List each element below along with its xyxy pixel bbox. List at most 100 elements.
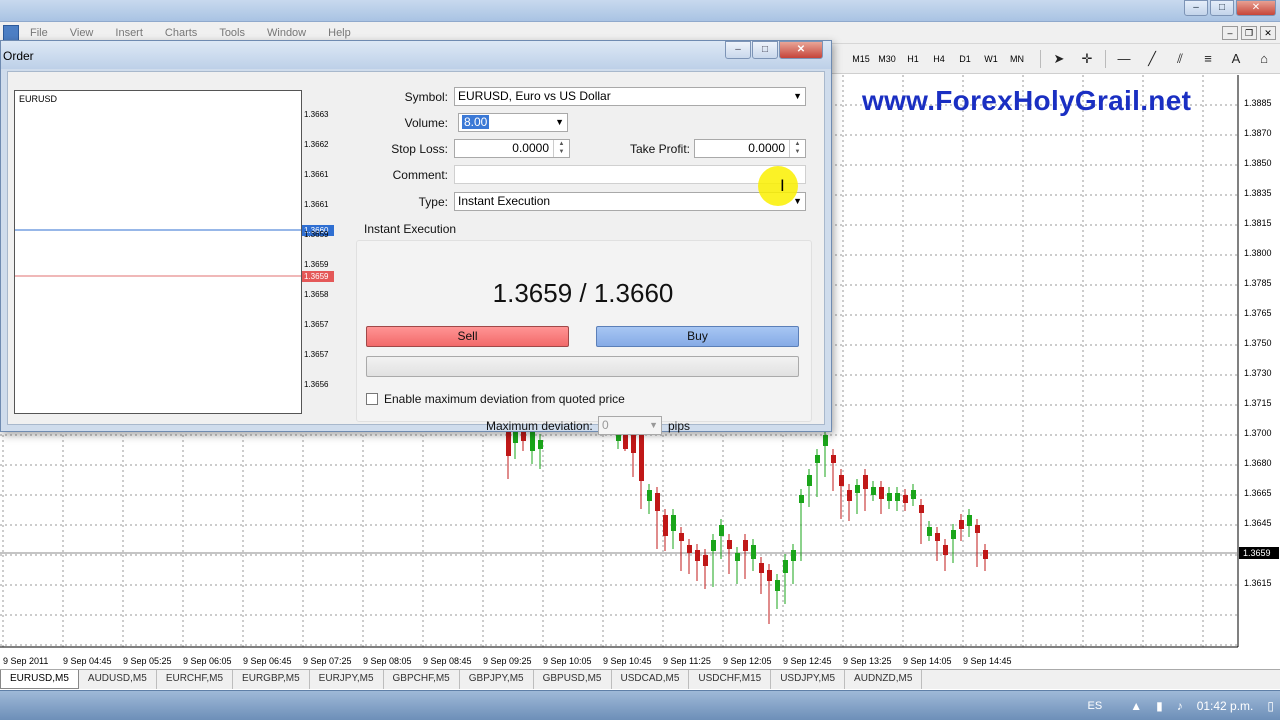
menu-item-window[interactable]: Window — [267, 27, 306, 39]
max-deviation-value: 0 — [602, 418, 609, 432]
crosshair-icon[interactable]: ✛ — [1077, 50, 1097, 68]
fibonacci-icon[interactable]: ≡ — [1198, 50, 1218, 68]
candle-body — [959, 520, 964, 529]
spin-arrows-icon[interactable]: ▲ ▼ — [789, 140, 805, 157]
candle-body — [727, 540, 732, 549]
stop-loss-input[interactable]: 0.0000 ▲ ▼ — [454, 139, 570, 158]
time-label: 9 Sep 09:25 — [483, 656, 532, 666]
chart-tab[interactable]: AUDNZD,M5 — [845, 670, 923, 689]
dialog-title-bar[interactable]: Order – □ ✕ — [1, 41, 831, 69]
maximize-button[interactable]: □ — [1210, 0, 1234, 16]
menu-item-tools[interactable]: Tools — [219, 27, 245, 39]
volume-icon[interactable]: ♪ — [1177, 699, 1183, 713]
candle-body — [815, 455, 820, 463]
show-desktop-icon[interactable]: ▯ — [1267, 699, 1274, 713]
horizontal-line-icon[interactable]: — — [1114, 50, 1134, 68]
dialog-body: EURUSD 1.3660 1.3659 1.3663 1.3662 1.3661 1… — [7, 71, 825, 435]
timeframe-m15[interactable]: M15 — [848, 50, 874, 68]
text-cursor-icon: I — [780, 176, 785, 195]
text-tool-icon[interactable]: A — [1226, 50, 1246, 68]
mdi-close-icon[interactable]: ✕ — [1260, 26, 1276, 40]
buy-button[interactable]: Buy — [596, 326, 799, 347]
volume-input[interactable]: 8.00 ▼ — [458, 113, 568, 132]
time-label: 9 Sep 13:25 — [843, 656, 892, 666]
chart-tab[interactable]: USDCHF,M15 — [689, 670, 772, 689]
menu-item-insert[interactable]: Insert — [115, 27, 143, 39]
channel-icon[interactable]: ⫽ — [1170, 50, 1190, 68]
price-label: 1.3645 — [1244, 518, 1272, 528]
menu-item-view[interactable]: View — [70, 27, 94, 39]
candle-body — [975, 525, 980, 533]
execution-group-title: Instant Execution — [362, 222, 459, 236]
tick-scale-label: 1.3659 — [304, 260, 329, 269]
chart-tab[interactable]: USDJPY,M5 — [771, 670, 846, 689]
type-label: Type: — [418, 195, 448, 209]
bid-ask-quote: 1.3659 / 1.3660 — [492, 278, 674, 308]
timeframe-w1[interactable]: W1 — [978, 50, 1004, 68]
chart-tab[interactable]: EURGBP,M5 — [233, 670, 310, 689]
mdi-restore-icon[interactable]: ❐ — [1241, 26, 1257, 40]
watermark-text: www.ForexHolyGrail.net — [862, 85, 1192, 116]
close-button[interactable]: ✕ — [1236, 0, 1276, 16]
timeframe-m30[interactable]: M30 — [874, 50, 900, 68]
candle-body — [943, 545, 948, 555]
chart-tab[interactable]: GBPJPY,M5 — [460, 670, 534, 689]
mdi-minimize-icon[interactable]: – — [1222, 26, 1238, 40]
chart-tab[interactable]: USDCAD,M5 — [612, 670, 690, 689]
order-dialog: Order – □ ✕ EURUSD 1.3660 1.3659 1.3663 1… — [0, 40, 832, 435]
dialog-title: Order — [3, 49, 34, 63]
trendline-icon[interactable]: ╱ — [1142, 50, 1162, 68]
timeframe-mn[interactable]: MN — [1004, 50, 1030, 68]
candle-body — [879, 487, 884, 499]
timeframe-h4[interactable]: H4 — [926, 50, 952, 68]
candle-body — [895, 493, 900, 501]
shapes-icon[interactable]: ⌂ — [1254, 50, 1274, 68]
order-type-select[interactable]: Instant Execution ▼ — [454, 192, 806, 211]
menu-item-help[interactable]: Help — [328, 27, 351, 39]
max-deviation-input[interactable]: 0 ▼ — [598, 416, 662, 435]
dialog-close-button[interactable]: ✕ — [779, 41, 823, 59]
minimize-button[interactable]: – — [1184, 0, 1208, 16]
candle-body — [919, 505, 924, 513]
chart-tab[interactable]: GBPCHF,M5 — [384, 670, 460, 689]
network-icon[interactable]: ▮ — [1156, 699, 1163, 713]
cursor-arrow-icon[interactable]: ➤ — [1049, 50, 1069, 68]
candle-body — [791, 550, 796, 561]
comment-input[interactable] — [454, 165, 806, 184]
price-label: 1.3730 — [1244, 368, 1272, 378]
sell-button[interactable]: Sell — [366, 326, 569, 347]
language-indicator[interactable]: ES — [1088, 700, 1103, 712]
menu-item-file[interactable]: File — [30, 27, 48, 39]
candle-body — [855, 485, 860, 493]
app-title-bar: – □ ✕ — [0, 0, 1280, 22]
chart-tab[interactable]: EURUSD,M5 — [0, 670, 79, 689]
timeframe-d1[interactable]: D1 — [952, 50, 978, 68]
chart-tab[interactable]: GBPUSD,M5 — [534, 670, 612, 689]
dialog-minimize-button[interactable]: – — [725, 41, 751, 59]
time-label: 9 Sep 08:45 — [423, 656, 472, 666]
take-profit-input[interactable]: 0.0000 ▲ ▼ — [694, 139, 806, 158]
candle-body — [903, 495, 908, 503]
tray-expand-icon[interactable]: ▲ — [1130, 699, 1142, 713]
time-label: 9 Sep 10:45 — [603, 656, 652, 666]
cursor-highlight — [758, 166, 798, 206]
symbol-select[interactable]: EURUSD, Euro vs US Dollar ▼ — [454, 87, 806, 106]
dialog-maximize-button[interactable]: □ — [752, 41, 778, 59]
chart-tab[interactable]: AUDUSD,M5 — [79, 670, 157, 689]
status-bar — [366, 356, 799, 377]
time-label: 9 Sep 08:05 — [363, 656, 412, 666]
timeframe-h1[interactable]: H1 — [900, 50, 926, 68]
spin-arrows-icon[interactable]: ▲ ▼ — [553, 140, 569, 157]
chart-tab[interactable]: EURCHF,M5 — [157, 670, 234, 689]
price-label: 1.3715 — [1244, 398, 1272, 408]
chart-tab[interactable]: EURJPY,M5 — [310, 670, 384, 689]
clock[interactable]: 01:42 p.m. — [1197, 699, 1254, 713]
time-label: 9 Sep 07:25 — [303, 656, 352, 666]
symbol-value: EURUSD, Euro vs US Dollar — [458, 89, 611, 103]
max-deviation-checkbox[interactable] — [366, 393, 378, 405]
price-label: 1.3885 — [1244, 98, 1272, 108]
candle-body — [783, 560, 788, 573]
menu-item-charts[interactable]: Charts — [165, 27, 197, 39]
candle-body — [799, 495, 804, 503]
window-controls: – □ ✕ — [1184, 0, 1276, 16]
